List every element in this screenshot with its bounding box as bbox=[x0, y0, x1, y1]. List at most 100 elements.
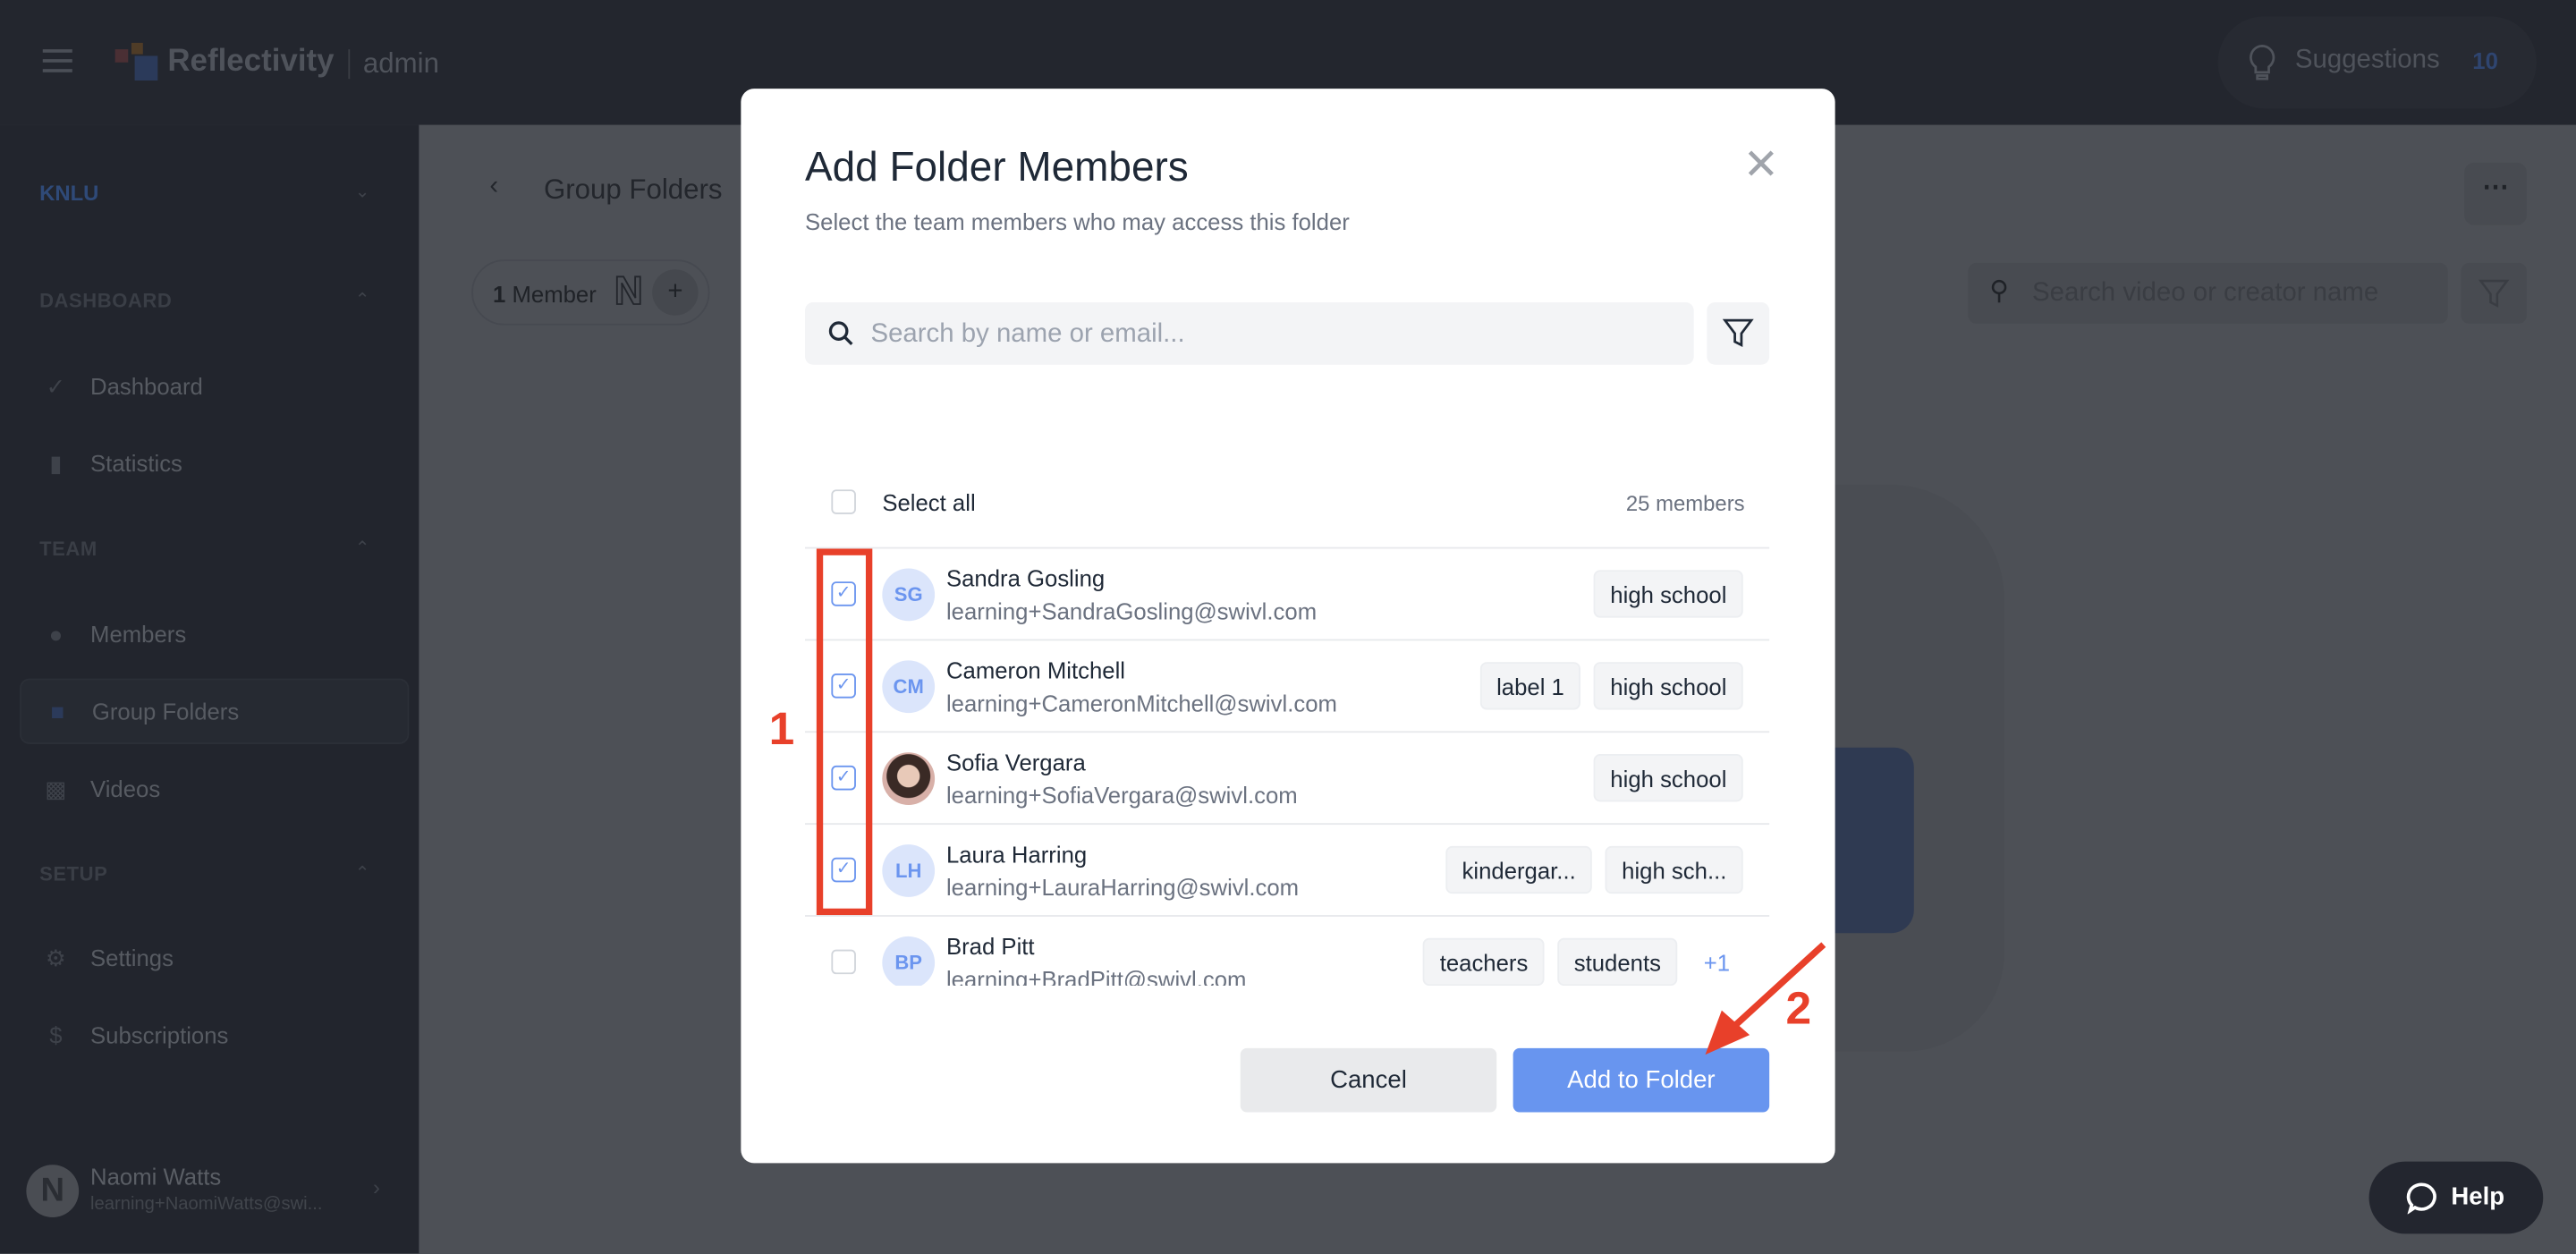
member-name: Cameron Mitchell bbox=[945, 657, 1126, 684]
user-name[interactable]: Naomi Watts bbox=[90, 1163, 221, 1189]
label-tag: label 1 bbox=[1479, 662, 1581, 710]
members-count-number: 1 bbox=[493, 281, 506, 308]
label-tag: kindergar... bbox=[1445, 845, 1593, 894]
add-member-button[interactable]: + bbox=[652, 269, 699, 316]
members-count-label: Member bbox=[512, 281, 597, 308]
annotation-arrow-icon bbox=[1705, 942, 1826, 1055]
empty-state-illustration-detail bbox=[1835, 747, 1914, 934]
member-email: learning+SandraGosling@swivl.com bbox=[945, 597, 1318, 624]
brand-name: Reflectivity bbox=[167, 44, 335, 80]
table-row[interactable]: ✓ LH Laura Harring learning+LauraHarring… bbox=[804, 823, 1770, 917]
dialog-subtitle: Select the team members who may access t… bbox=[804, 208, 1350, 235]
member-name: Brad Pitt bbox=[945, 933, 1035, 960]
lightbulb-icon bbox=[2250, 45, 2275, 80]
label-tag: students bbox=[1557, 937, 1678, 987]
app-root: Reflectivity admin Suggestions 10 KNLU ⌄… bbox=[0, 0, 2576, 1254]
label-tag: high school bbox=[1593, 754, 1743, 802]
avatar[interactable]: N bbox=[26, 1165, 80, 1218]
avatar: SG bbox=[882, 568, 936, 622]
label-tag: high sch... bbox=[1605, 845, 1743, 894]
chevron-up-icon[interactable]: ⌃ bbox=[355, 538, 370, 558]
bar-chart-icon: ▮ bbox=[49, 450, 63, 477]
chevron-up-icon[interactable]: ⌃ bbox=[355, 862, 370, 884]
filter-button[interactable] bbox=[1707, 301, 1770, 365]
member-name: Sandra Gosling bbox=[945, 564, 1106, 592]
logo-icon bbox=[114, 42, 158, 80]
member-tags: high school bbox=[1593, 754, 1743, 802]
chevron-right-icon[interactable]: › bbox=[373, 1174, 380, 1199]
label-tag: high school bbox=[1593, 662, 1743, 710]
section-setup[interactable]: SETUP bbox=[39, 862, 107, 885]
search-icon: ⚲ bbox=[1989, 277, 2009, 306]
more-options-button[interactable]: ⋯ bbox=[2464, 162, 2527, 225]
divider bbox=[348, 49, 351, 80]
sidebar-item-statistics[interactable]: ▮ Statistics bbox=[20, 432, 406, 495]
help-label: Help bbox=[2451, 1182, 2505, 1211]
help-button[interactable]: Help bbox=[2368, 1161, 2544, 1234]
table-row[interactable]: BP Brad Pitt learning+BradPitt@swivl.com… bbox=[804, 915, 1770, 987]
sidebar-item-label: Videos bbox=[90, 775, 161, 802]
sidebar-item-videos[interactable]: ▩ Videos bbox=[20, 758, 406, 820]
member-avatar: N bbox=[614, 269, 644, 314]
label-tag: teachers bbox=[1423, 937, 1545, 987]
filter-button[interactable] bbox=[2461, 262, 2527, 324]
sidebar-item-label: Subscriptions bbox=[90, 1021, 229, 1048]
table-row[interactable]: ✓ CM Cameron Mitchell learning+CameronMi… bbox=[804, 639, 1770, 733]
sidebar-item-settings[interactable]: ⚙ Settings bbox=[20, 927, 406, 989]
members-count: 25 members bbox=[1625, 491, 1745, 516]
close-icon[interactable]: ✕ bbox=[1743, 143, 1779, 186]
user-email: learning+NaomiWatts@swi... bbox=[90, 1194, 323, 1215]
dialog-title: Add Folder Members bbox=[804, 144, 1189, 191]
members-count: 1 Member bbox=[493, 281, 597, 307]
member-checkbox[interactable] bbox=[831, 949, 856, 975]
member-tags: kindergar... high sch... bbox=[1445, 845, 1743, 894]
annotation-highlight-box bbox=[816, 548, 873, 916]
search-icon bbox=[828, 321, 853, 345]
member-tags: label 1 high school bbox=[1479, 662, 1743, 710]
filter-icon bbox=[2478, 279, 2510, 308]
sidebar-item-members[interactable]: ● Members bbox=[20, 603, 406, 665]
add-folder-members-dialog: Add Folder Members Select the team membe… bbox=[741, 89, 1835, 1164]
sidebar-item-label: Dashboard bbox=[90, 372, 203, 400]
member-email: learning+SofiaVergara@swivl.com bbox=[945, 782, 1298, 809]
table-row[interactable]: ✓ Sofia Vergara learning+SofiaVergara@sw… bbox=[804, 731, 1770, 825]
breadcrumb: Group Folders bbox=[543, 174, 723, 206]
chart-line-icon: ✓ bbox=[46, 372, 66, 400]
sidebar-item-label: Group Folders bbox=[91, 698, 240, 724]
member-email: learning+LauraHarring@swivl.com bbox=[945, 874, 1300, 901]
select-all-checkbox[interactable] bbox=[831, 489, 856, 514]
table-row[interactable]: ✓ SG Sandra Gosling learning+SandraGosli… bbox=[804, 547, 1770, 641]
member-name: Sofia Vergara bbox=[945, 749, 1086, 775]
chat-bubble-icon bbox=[2406, 1182, 2436, 1215]
receipt-icon: $ bbox=[49, 1021, 63, 1048]
select-all-label[interactable]: Select all bbox=[882, 489, 975, 515]
sidebar-item-subscriptions[interactable]: $ Subscriptions bbox=[20, 1004, 406, 1066]
sidebar-item-label: Members bbox=[90, 621, 187, 648]
member-email: learning+BradPitt@swivl.com bbox=[945, 965, 1247, 987]
sidebar-item-group-folders[interactable]: ■ Group Folders bbox=[20, 678, 410, 745]
section-team[interactable]: TEAM bbox=[39, 538, 97, 561]
hamburger-menu-icon[interactable] bbox=[42, 49, 72, 72]
suggestions-label: Suggestions bbox=[2294, 46, 2440, 74]
gear-icon: ⚙ bbox=[45, 945, 66, 971]
brand-subtitle: admin bbox=[362, 47, 439, 80]
sidebar-item-label: Settings bbox=[90, 945, 174, 971]
sidebar-item-dashboard[interactable]: ✓ Dashboard bbox=[20, 355, 406, 418]
avatar: LH bbox=[882, 844, 936, 897]
chevron-down-icon[interactable]: ⌄ bbox=[355, 181, 370, 202]
back-icon[interactable]: ‹ bbox=[489, 173, 498, 202]
avatar: BP bbox=[882, 936, 936, 987]
video-search-placeholder: Search video or creator name bbox=[2032, 279, 2379, 308]
section-dashboard[interactable]: DASHBOARD bbox=[39, 289, 172, 312]
member-tags: high school bbox=[1593, 570, 1743, 618]
member-email: learning+CameronMitchell@swivl.com bbox=[945, 690, 1337, 716]
member-name: Laura Harring bbox=[945, 841, 1088, 868]
org-switcher[interactable]: KNLU bbox=[39, 181, 98, 206]
suggestions-count: 10 bbox=[2472, 47, 2498, 74]
label-tag: high school bbox=[1593, 570, 1743, 618]
avatar: CM bbox=[882, 660, 936, 714]
folder-icon: ■ bbox=[50, 698, 65, 724]
cancel-button[interactable]: Cancel bbox=[1240, 1047, 1497, 1113]
film-icon: ▩ bbox=[45, 775, 67, 802]
chevron-up-icon[interactable]: ⌃ bbox=[355, 289, 370, 310]
